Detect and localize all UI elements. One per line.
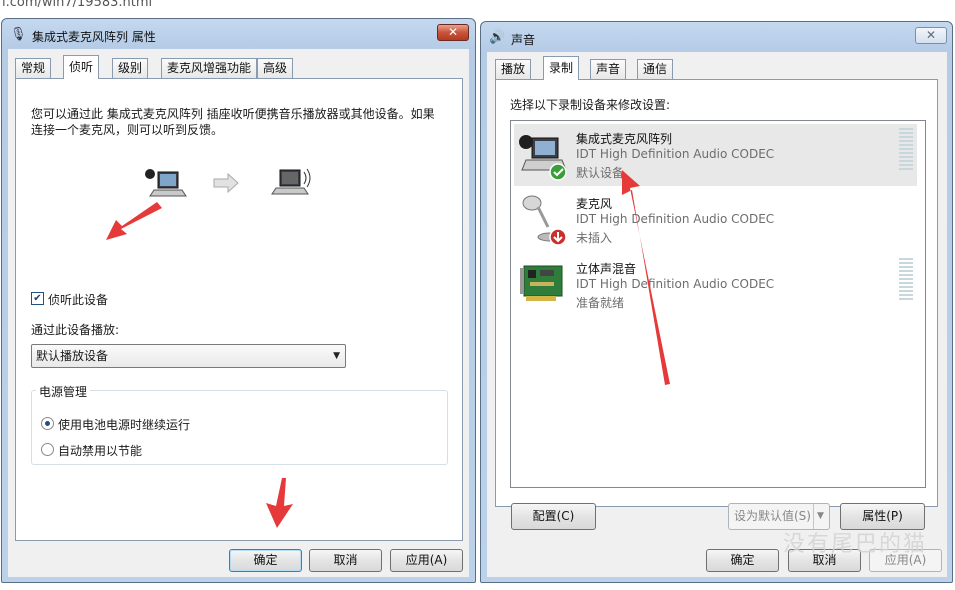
device-name: 立体声混音: [576, 262, 637, 276]
laptop-speaker-icon: [271, 168, 311, 195]
url-fragment: l.com/win7/19583.html: [0, 0, 955, 8]
list-item[interactable]: 麦克风 IDT High Definition Audio CODEC 未插入: [514, 189, 917, 251]
sound-close-button[interactable]: ✕: [915, 27, 947, 44]
properties-client-area: 常规 侦听 级别 麦克风增强功能 高级 您可以通过此 集成式麦克风阵列 插座收听…: [8, 49, 469, 577]
device-name: 集成式麦克风阵列: [576, 132, 673, 146]
listen-illustration: [145, 168, 311, 197]
tab-communications[interactable]: 通信: [637, 59, 674, 80]
recording-instruction: 选择以下录制设备来修改设置:: [510, 98, 671, 112]
tab-advanced[interactable]: 高级: [257, 58, 294, 79]
listen-checkbox-label: 侦听此设备: [48, 293, 109, 307]
listen-checkbox[interactable]: ✔: [31, 292, 44, 305]
tab-listen[interactable]: 侦听: [63, 55, 100, 79]
microphone-icon: [522, 195, 567, 246]
device-status: 未插入: [576, 231, 613, 245]
arrow-right-icon: [213, 172, 239, 194]
listen-panel: 您可以通过此 集成式麦克风阵列 插座收听便携音乐播放器或其他设备。如果连接一个麦…: [15, 78, 463, 541]
device-description: IDT High Definition Audio CODEC: [576, 212, 775, 226]
apply-button[interactable]: 应用(A): [390, 549, 463, 572]
playback-device-value: 默认播放设备: [36, 349, 109, 363]
sound-client-area: 播放 录制 声音 通信 选择以下录制设备来修改设置: 集成式麦克风阵列 IDT …: [487, 52, 947, 577]
tab-general[interactable]: 常规: [15, 58, 52, 79]
microphone-window-icon: 🎙: [10, 27, 27, 42]
level-meter: [899, 128, 913, 172]
device-status: 默认设备: [576, 166, 625, 180]
sound-ok-button[interactable]: 确定: [706, 549, 779, 572]
playback-label: 通过此设备播放:: [31, 323, 120, 337]
battery-continue-radio[interactable]: [41, 417, 54, 430]
watermark: 没有尾巴的猫: [782, 532, 927, 557]
level-meter: [899, 258, 913, 302]
sound-card-icon: [520, 265, 563, 301]
laptop-mic-icon: [519, 135, 567, 181]
tab-mic-enhancements[interactable]: 麦克风增强功能: [161, 58, 258, 79]
laptop-mic-icon: [145, 169, 187, 197]
speaker-window-icon: 🔊: [489, 30, 506, 45]
device-list: 集成式麦克风阵列 IDT High Definition Audio CODEC…: [510, 120, 926, 488]
power-group-label: 电源管理: [36, 383, 91, 400]
listen-description: 您可以通过此 集成式麦克风阵列 插座收听便携音乐播放器或其他设备。如果连接一个麦…: [31, 107, 435, 137]
playback-device-select[interactable]: 默认播放设备 ▼: [31, 344, 346, 368]
configure-button[interactable]: 配置(C): [511, 503, 596, 530]
properties-close-button[interactable]: ✕: [437, 24, 469, 41]
chevron-down-icon: ▼: [333, 351, 340, 361]
device-name: 麦克风: [576, 197, 613, 211]
tab-playback[interactable]: 播放: [495, 59, 532, 80]
cancel-button[interactable]: 取消: [309, 549, 382, 572]
sound-window: 🔊 声音 ✕ 播放 录制 声音 通信 选择以下录制设备来修改设置: 集成式麦克风…: [480, 21, 953, 583]
set-default-label: 设为默认值(S): [734, 509, 811, 523]
auto-disable-radio[interactable]: [41, 443, 54, 456]
battery-continue-label: 使用电池电源时继续运行: [58, 418, 191, 432]
recording-panel: 选择以下录制设备来修改设置: 集成式麦克风阵列 IDT High Definit…: [495, 79, 938, 507]
tab-sounds[interactable]: 声音: [590, 59, 627, 80]
list-item[interactable]: 集成式麦克风阵列 IDT High Definition Audio CODEC…: [514, 124, 917, 186]
auto-disable-label: 自动禁用以节能: [58, 444, 143, 458]
list-item[interactable]: 立体声混音 IDT High Definition Audio CODEC 准备…: [514, 254, 917, 316]
properties-window: 🎙 集成式麦克风阵列 属性 ✕ 常规 侦听 级别 麦克风增强功能 高级 您可以通…: [1, 18, 476, 583]
tab-recording[interactable]: 录制: [543, 56, 580, 80]
device-status: 准备就绪: [576, 296, 625, 310]
tab-levels[interactable]: 级别: [112, 58, 149, 79]
device-description: IDT High Definition Audio CODEC: [576, 147, 775, 161]
sound-window-title: 声音: [511, 33, 536, 47]
ok-button[interactable]: 确定: [229, 549, 302, 572]
properties-window-title: 集成式麦克风阵列 属性: [32, 30, 156, 44]
device-description: IDT High Definition Audio CODEC: [576, 277, 775, 291]
